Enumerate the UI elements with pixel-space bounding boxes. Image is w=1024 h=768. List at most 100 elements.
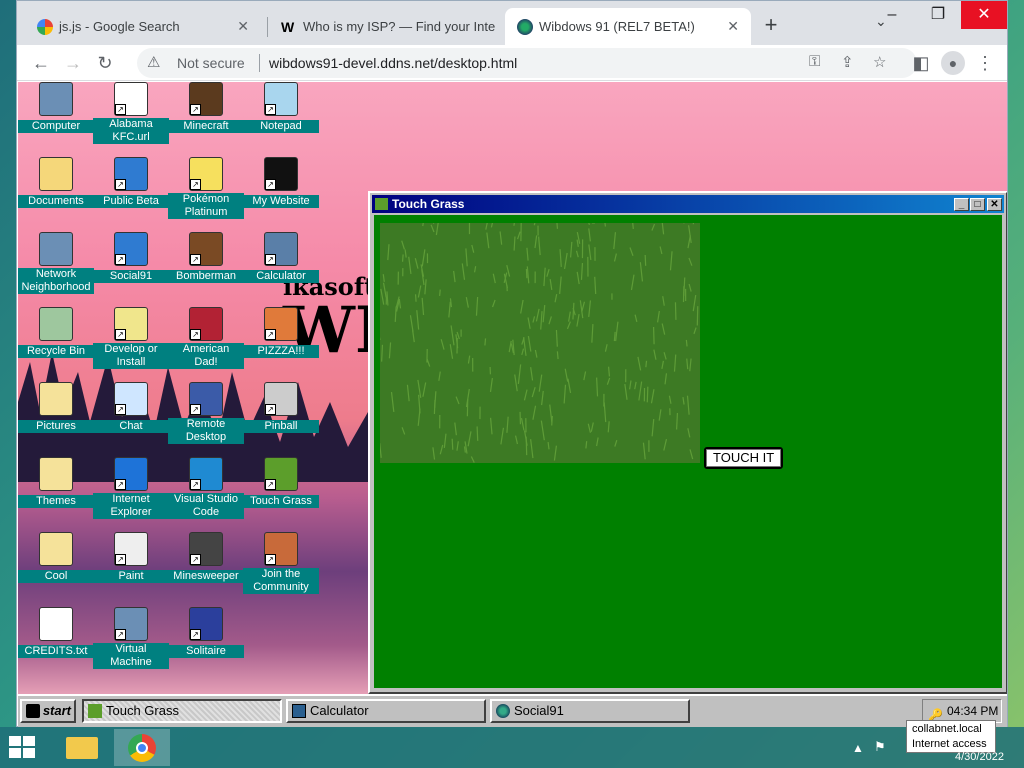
close-tab-icon[interactable]: ✕ bbox=[727, 8, 739, 45]
desktop-icon[interactable]: ↗ Join the Community bbox=[243, 532, 319, 595]
desktop-icon-label: Computer bbox=[18, 120, 94, 133]
windows-start-icon[interactable] bbox=[9, 736, 37, 760]
win91-taskbar: start Touch Grass Calculator Social91 🔑 … bbox=[18, 694, 1007, 727]
shortcut-arrow-icon: ↗ bbox=[115, 254, 126, 265]
desktop-icon-label: Alabama KFC.url bbox=[93, 118, 169, 144]
computer-icon bbox=[39, 82, 73, 116]
desktop-icon[interactable]: ↗ Visual Studio Code bbox=[168, 457, 244, 520]
close-tab-icon[interactable]: ✕ bbox=[237, 8, 249, 45]
shortcut-arrow-icon: ↗ bbox=[265, 179, 276, 190]
minecraft-icon: ↗ bbox=[189, 82, 223, 116]
desktop-icon[interactable]: ↗ Calculator bbox=[243, 232, 319, 284]
shortcut-arrow-icon: ↗ bbox=[265, 404, 276, 415]
browser-toolbar: ← → ↻ ⚠ Not secure wibdows91-devel.ddns.… bbox=[17, 45, 1007, 81]
close-button[interactable]: ✕ bbox=[987, 198, 1002, 211]
url-text[interactable]: wibdows91-devel.ddns.net/desktop.html bbox=[269, 55, 517, 71]
desktop-icon[interactable]: ↗ PIZZZA!!! bbox=[243, 307, 319, 359]
desktop-icon[interactable]: ↗ Touch Grass bbox=[243, 457, 319, 509]
desktop-icon[interactable]: ↗ Notepad bbox=[243, 82, 319, 134]
security-label[interactable]: Not secure bbox=[177, 55, 245, 71]
reload-icon[interactable]: ↻ bbox=[93, 51, 117, 75]
desktop-icon[interactable]: ↗ Internet Explorer bbox=[93, 457, 169, 520]
chat-icon: ↗ bbox=[114, 382, 148, 416]
taskbar-item-touch-grass[interactable]: Touch Grass bbox=[82, 699, 282, 723]
warning-icon[interactable]: ⚠ bbox=[147, 53, 160, 71]
touch-it-button[interactable]: TOUCH IT bbox=[704, 447, 784, 469]
page-viewport: ikasoft WI Computer ↗ Alabama KFC.url ↗ Mine… bbox=[18, 82, 1007, 727]
desktop-icon-label: CREDITS.txt bbox=[18, 645, 94, 658]
menu-kebab-icon[interactable]: ⋮ bbox=[973, 51, 997, 75]
flag-icon[interactable]: ⚑ bbox=[874, 739, 886, 755]
new-tab-button[interactable]: + bbox=[757, 11, 785, 39]
desktop-icon[interactable]: ↗ Chat bbox=[93, 382, 169, 434]
shortcut-arrow-icon: ↗ bbox=[265, 329, 276, 340]
minimize-button[interactable]: _ bbox=[954, 198, 969, 211]
forward-icon[interactable]: → bbox=[61, 51, 85, 75]
desktop-icon[interactable]: ↗ Paint bbox=[93, 532, 169, 584]
shortcut-arrow-icon: ↗ bbox=[190, 104, 201, 115]
paint-icon: ↗ bbox=[114, 532, 148, 566]
taskbar-item-social91[interactable]: Social91 bbox=[490, 699, 690, 723]
desktop-icon[interactable]: Network Neighborhood bbox=[18, 232, 94, 295]
start-button[interactable]: start bbox=[20, 699, 76, 723]
desktop-icon-label: Themes bbox=[18, 495, 94, 508]
desktop-icon[interactable]: Documents bbox=[18, 157, 94, 209]
clock[interactable]: 04:34 PM bbox=[947, 704, 998, 718]
shortcut-arrow-icon: ↗ bbox=[115, 554, 126, 565]
restore-icon[interactable]: ❐ bbox=[915, 1, 961, 29]
desktop-icon[interactable]: Themes bbox=[18, 457, 94, 509]
desktop-icon[interactable]: ↗ Minesweeper bbox=[168, 532, 244, 584]
shortcut-arrow-icon: ↗ bbox=[190, 329, 201, 340]
globe-icon bbox=[496, 704, 510, 718]
tab-google-search[interactable]: js.js - Google Search ✕ bbox=[25, 8, 261, 45]
divider bbox=[259, 54, 260, 72]
recycle-bin-icon bbox=[39, 307, 73, 341]
taskbar-item-label: Calculator bbox=[310, 703, 369, 718]
desktop-icon[interactable]: ↗ Public Beta bbox=[93, 157, 169, 209]
side-panel-icon[interactable]: ◧ bbox=[909, 51, 933, 75]
desktop-icon[interactable]: ↗ Pinball bbox=[243, 382, 319, 434]
shortcut-arrow-icon: ↗ bbox=[190, 179, 201, 190]
desktop-icon-label: Minecraft bbox=[168, 120, 244, 133]
tab-title: Who is my ISP? — Find your Inte bbox=[303, 19, 495, 34]
window-titlebar[interactable]: Touch Grass _ □ ✕ bbox=[372, 195, 1004, 213]
maximize-button[interactable]: □ bbox=[970, 198, 985, 211]
share-icon[interactable]: ⇪ bbox=[841, 53, 854, 71]
desktop-icon[interactable]: CREDITS.txt bbox=[18, 607, 94, 659]
key-icon[interactable]: ⚿ bbox=[809, 53, 820, 70]
desktop-icon[interactable]: ↗ My Website bbox=[243, 157, 319, 209]
desktop-icon[interactable]: ↗ Bomberman bbox=[168, 232, 244, 284]
window-title: Touch Grass bbox=[392, 197, 465, 211]
back-icon[interactable]: ← bbox=[29, 51, 53, 75]
desktop-icon[interactable]: ↗ Develop or Install bbox=[93, 307, 169, 370]
close-window-icon[interactable]: ✕ bbox=[961, 1, 1007, 29]
notepad-icon: ↗ bbox=[264, 82, 298, 116]
chrome-icon[interactable] bbox=[114, 729, 170, 766]
tab-title: Wibdows 91 (REL7 BETA!) bbox=[539, 19, 695, 34]
desktop-icon[interactable]: Cool bbox=[18, 532, 94, 584]
desktop-icon[interactable]: ↗ Minecraft bbox=[168, 82, 244, 134]
touch-grass-window[interactable]: Touch Grass _ □ ✕ TOUCH IT bbox=[368, 191, 1007, 694]
chevron-up-icon[interactable]: ▲ bbox=[852, 741, 864, 755]
desktop-icon[interactable]: Recycle Bin bbox=[18, 307, 94, 359]
minimize-icon[interactable]: – bbox=[869, 1, 915, 29]
desktop-icon[interactable]: ↗ Social91 bbox=[93, 232, 169, 284]
desktop-icon[interactable]: ↗ Alabama KFC.url bbox=[93, 82, 169, 145]
tab-isp[interactable]: W Who is my ISP? — Find your Inte bbox=[269, 8, 495, 45]
profile-avatar-icon[interactable]: ● bbox=[941, 51, 965, 75]
mine-icon: ↗ bbox=[189, 532, 223, 566]
tab-wibdows[interactable]: Wibdows 91 (REL7 BETA!) ✕ bbox=[505, 8, 751, 45]
shortcut-arrow-icon: ↗ bbox=[115, 179, 126, 190]
desktop-icon-label: Remote Desktop bbox=[168, 418, 244, 444]
desktop-icon[interactable]: Computer bbox=[18, 82, 94, 134]
desktop-icon[interactable]: ↗ Remote Desktop bbox=[168, 382, 244, 445]
desktop-icon[interactable]: ↗ Pokémon Platinum bbox=[168, 157, 244, 220]
desktop-icon[interactable]: ↗ Solitaire bbox=[168, 607, 244, 659]
file-explorer-icon[interactable] bbox=[54, 729, 110, 766]
desktop-icon[interactable]: Pictures bbox=[18, 382, 94, 434]
bookmark-star-icon[interactable]: ☆ bbox=[873, 53, 886, 71]
desktop-icon[interactable]: ↗ American Dad! bbox=[168, 307, 244, 370]
taskbar-item-calculator[interactable]: Calculator bbox=[286, 699, 486, 723]
desktop-icon[interactable]: ↗ Virtual Machine bbox=[93, 607, 169, 670]
address-bar[interactable]: ⚠ Not secure wibdows91-devel.ddns.net/de… bbox=[137, 48, 917, 78]
